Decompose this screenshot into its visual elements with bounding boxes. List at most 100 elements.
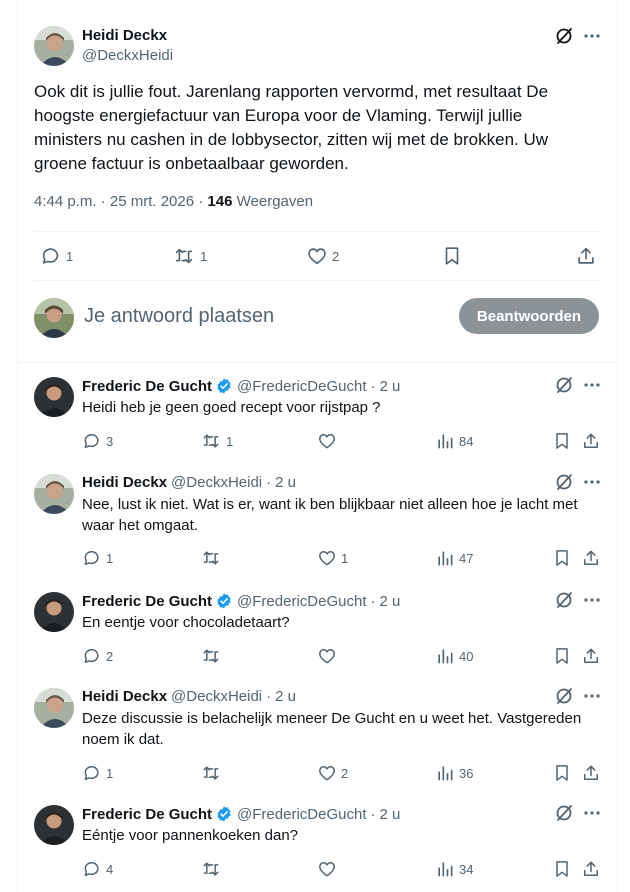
- like-count: 2: [332, 248, 340, 264]
- avatar[interactable]: [34, 688, 74, 728]
- avatar[interactable]: [34, 474, 74, 514]
- reply-header: Frederic De Gucht @FredericDeGucht · 2 u: [82, 805, 401, 823]
- tweet-text: Ook dit is jullie fout. Jarenlang rappor…: [34, 82, 549, 173]
- views-button[interactable]: 47: [435, 548, 473, 568]
- heart-icon: [308, 248, 326, 265]
- views-count: 146: [207, 193, 233, 210]
- grok-icon[interactable]: [554, 803, 574, 823]
- like-count: 2: [341, 765, 349, 781]
- like-button[interactable]: [317, 859, 341, 879]
- repost-button[interactable]: 1: [172, 246, 207, 266]
- avatar[interactable]: [34, 377, 74, 417]
- reply-icon: [84, 648, 99, 663]
- views-icon: [438, 551, 453, 566]
- repost-button[interactable]: [200, 548, 226, 568]
- reply-text: Deze discussie is belachelijk meneer De …: [82, 710, 582, 748]
- avatar[interactable]: [34, 805, 74, 845]
- reply-button[interactable]: 1: [40, 246, 73, 266]
- reply-count: 3: [106, 433, 114, 449]
- reply-time[interactable]: 2 u: [275, 688, 296, 705]
- bookmark-button[interactable]: [552, 763, 572, 783]
- reply-count: 1: [106, 550, 114, 566]
- views-count: 36: [459, 765, 474, 781]
- reply-button[interactable]: 3: [82, 431, 113, 451]
- reply-submit-button[interactable]: Beantwoorden: [459, 298, 599, 334]
- grok-icon[interactable]: [554, 686, 574, 706]
- author-name[interactable]: Frederic De Gucht: [82, 378, 212, 395]
- views-count: 34: [459, 861, 474, 877]
- reply-input[interactable]: Je antwoord plaatsen: [84, 305, 274, 328]
- author-handle[interactable]: @DeckxHeidi: [171, 474, 262, 491]
- more-icon[interactable]: [582, 590, 602, 610]
- reply-button[interactable]: 4: [82, 859, 113, 879]
- author-handle[interactable]: @FredericDeGucht: [237, 806, 366, 823]
- share-button[interactable]: [581, 859, 601, 879]
- share-button[interactable]: [575, 246, 597, 266]
- reply-count: 2: [106, 648, 114, 664]
- like-button[interactable]: 1: [317, 548, 348, 568]
- author-name[interactable]: Heidi Deckx: [82, 474, 167, 491]
- share-button[interactable]: [581, 548, 601, 568]
- reply-icon: [42, 248, 59, 264]
- bookmark-button[interactable]: [552, 548, 572, 568]
- like-button[interactable]: [317, 431, 341, 451]
- author-name[interactable]: Heidi Deckx: [82, 688, 167, 705]
- reply-time[interactable]: 2 u: [379, 378, 400, 395]
- reply-button[interactable]: 1: [82, 763, 113, 783]
- repost-button[interactable]: 1: [200, 431, 233, 451]
- reply-text: Nee, lust ik niet. Wat is er, want ik be…: [82, 496, 578, 534]
- author-handle[interactable]: @FredericDeGucht: [237, 593, 366, 610]
- author-handle[interactable]: @DeckxHeidi: [171, 688, 262, 705]
- share-button[interactable]: [581, 431, 601, 451]
- reply-count: 4: [106, 861, 114, 877]
- repost-button[interactable]: [200, 763, 226, 783]
- author-name[interactable]: Heidi Deckx: [82, 27, 167, 44]
- tweet-timestamp[interactable]: 4:44 p.m. · 25 mrt. 2026 ·: [34, 193, 203, 210]
- grok-icon[interactable]: [554, 472, 574, 492]
- more-icon[interactable]: [582, 375, 602, 395]
- avatar[interactable]: [34, 26, 74, 66]
- bookmark-button[interactable]: [552, 431, 572, 451]
- repost-icon: [203, 862, 219, 876]
- more-icon[interactable]: [582, 472, 602, 492]
- reply-time[interactable]: 2 u: [379, 806, 400, 823]
- more-icon[interactable]: [582, 686, 602, 706]
- share-button[interactable]: [581, 646, 601, 666]
- more-icon[interactable]: [582, 803, 602, 823]
- author-handle[interactable]: @DeckxHeidi: [82, 47, 173, 64]
- heart-icon: [319, 766, 335, 781]
- like-button[interactable]: 2: [306, 246, 339, 266]
- avatar[interactable]: [34, 592, 74, 632]
- repost-button[interactable]: [200, 646, 226, 666]
- bookmark-button[interactable]: [441, 246, 463, 266]
- views-count: 47: [459, 550, 474, 566]
- views-button[interactable]: 84: [435, 431, 473, 451]
- author-name[interactable]: Frederic De Gucht: [82, 806, 212, 823]
- repost-button[interactable]: [200, 859, 226, 879]
- views-button[interactable]: 34: [435, 859, 473, 879]
- more-icon[interactable]: [582, 26, 602, 46]
- grok-icon[interactable]: [554, 375, 574, 395]
- reply-time[interactable]: 2 u: [379, 593, 400, 610]
- views-count: 40: [459, 648, 474, 664]
- reply-time[interactable]: 2 u: [275, 474, 296, 491]
- views-icon: [438, 434, 453, 449]
- views-button[interactable]: 40: [435, 646, 473, 666]
- reply-button[interactable]: 1: [82, 548, 113, 568]
- share-icon: [584, 861, 598, 876]
- grok-icon[interactable]: [554, 590, 574, 610]
- share-icon: [578, 247, 594, 264]
- like-button[interactable]: [317, 646, 341, 666]
- reply-button[interactable]: 2: [82, 646, 113, 666]
- like-button[interactable]: 2: [317, 763, 348, 783]
- author-handle[interactable]: @FredericDeGucht: [237, 378, 366, 395]
- author-name[interactable]: Frederic De Gucht: [82, 593, 212, 610]
- bookmark-button[interactable]: [552, 646, 572, 666]
- share-button[interactable]: [581, 763, 601, 783]
- grok-icon[interactable]: [554, 26, 574, 46]
- heart-icon: [319, 649, 335, 664]
- reply-header: Frederic De Gucht @FredericDeGucht · 2 u: [82, 377, 401, 395]
- views-button[interactable]: 36: [435, 763, 473, 783]
- bookmark-button[interactable]: [552, 859, 572, 879]
- repost-icon: [203, 649, 219, 663]
